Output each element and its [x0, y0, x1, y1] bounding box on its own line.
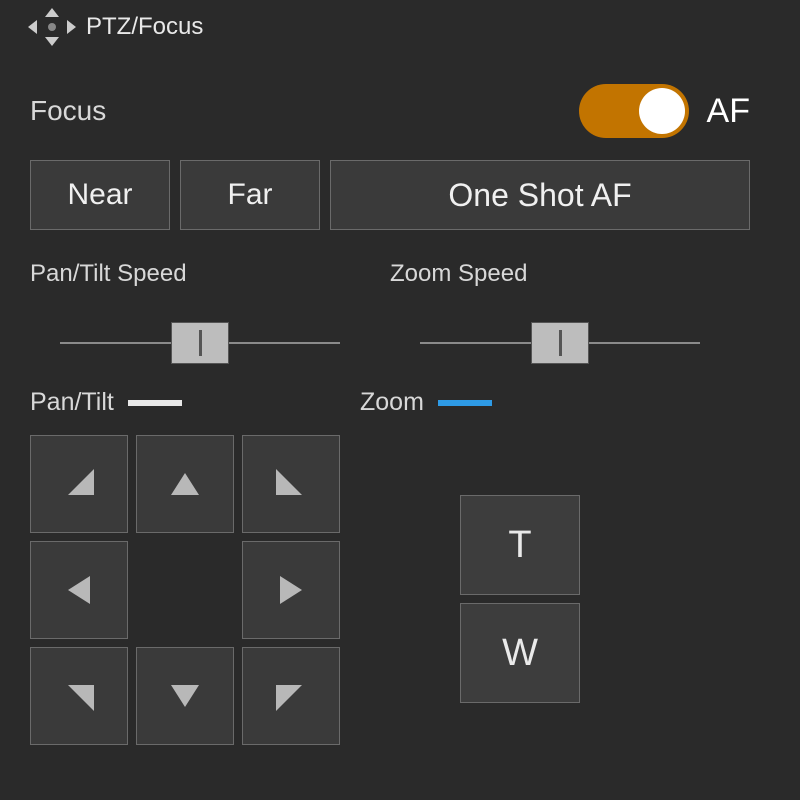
- pan-tilt-speed-slider[interactable]: [60, 318, 340, 368]
- pan-tilt-right-button[interactable]: [242, 541, 340, 639]
- pan-tilt-speed-label: Pan/Tilt Speed: [30, 260, 390, 288]
- zoom-speed-label: Zoom Speed: [390, 260, 750, 288]
- arrow-down-right-icon: [276, 685, 302, 711]
- pan-tilt-up-button[interactable]: [136, 435, 234, 533]
- zoom-bar-indicator: [438, 400, 492, 406]
- pan-tilt-up-right-button[interactable]: [242, 435, 340, 533]
- focus-label: Focus: [30, 95, 106, 127]
- arrow-up-left-icon: [68, 469, 94, 495]
- pan-tilt-left-button[interactable]: [30, 541, 128, 639]
- focus-one-shot-af-button[interactable]: One Shot AF: [330, 160, 750, 230]
- focus-near-button[interactable]: Near: [30, 160, 170, 230]
- arrow-left-icon: [68, 576, 90, 604]
- toggle-knob: [639, 88, 685, 134]
- zoom-wide-button[interactable]: W: [460, 603, 580, 703]
- zoom-speed-thumb[interactable]: [531, 322, 589, 364]
- arrow-up-right-icon: [276, 469, 302, 495]
- pan-tilt-bar-indicator: [128, 400, 182, 406]
- pan-tilt-speed-thumb[interactable]: [171, 322, 229, 364]
- pan-tilt-down-left-button[interactable]: [30, 647, 128, 745]
- pan-tilt-dpad: [30, 435, 340, 745]
- arrow-right-icon: [280, 576, 302, 604]
- pan-tilt-down-button[interactable]: [136, 647, 234, 745]
- focus-far-button[interactable]: Far: [180, 160, 320, 230]
- zoom-section-label: Zoom: [360, 388, 424, 417]
- ptz-direction-icon: [30, 10, 74, 44]
- pan-tilt-down-right-button[interactable]: [242, 647, 340, 745]
- zoom-speed-slider[interactable]: [420, 318, 700, 368]
- arrow-down-icon: [171, 685, 199, 707]
- focus-af-mode-label: AF: [707, 92, 750, 131]
- panel-title: PTZ/Focus: [86, 13, 203, 41]
- pan-tilt-section-label: Pan/Tilt: [30, 388, 114, 417]
- pan-tilt-center-empty: [136, 541, 234, 639]
- focus-af-toggle[interactable]: [579, 84, 689, 138]
- pan-tilt-up-left-button[interactable]: [30, 435, 128, 533]
- arrow-down-left-icon: [68, 685, 94, 711]
- arrow-up-icon: [171, 473, 199, 495]
- zoom-tele-button[interactable]: T: [460, 495, 580, 595]
